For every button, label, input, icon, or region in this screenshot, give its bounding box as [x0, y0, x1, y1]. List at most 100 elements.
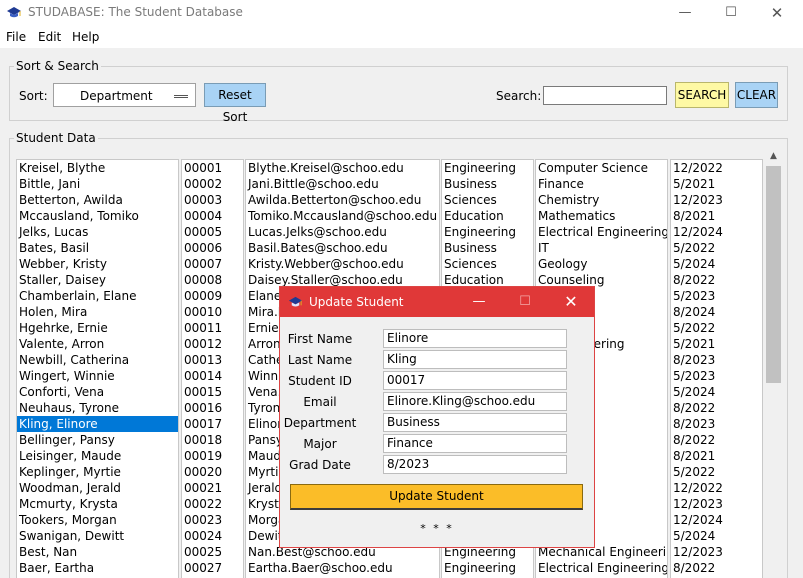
update-student-button[interactable]: Update Student — [290, 484, 583, 510]
student-major-row[interactable]: Chemistry — [536, 192, 667, 208]
menu-edit[interactable]: Edit — [38, 30, 61, 44]
grad-dates-list[interactable]: 12/2022 5/2021 12/2023 8/2021 12/2024 5/2022 5… — [670, 159, 763, 578]
student-email-row[interactable]: Tomiko.Mccausland@schoo.edu — [246, 208, 439, 224]
student-id-row[interactable]: 00001 — [182, 160, 243, 176]
email-field[interactable]: Elinore.Kling@schoo.edu — [383, 392, 567, 411]
menu-file[interactable]: File — [6, 30, 26, 44]
student-id-row[interactable]: 00027 — [182, 560, 243, 576]
student-id-row[interactable]: 00011 — [182, 320, 243, 336]
student-name-row[interactable]: Conforti, Vena — [17, 384, 178, 400]
student-name-row[interactable]: Bellinger, Pansy — [17, 432, 178, 448]
student-name-row[interactable]: Best, Nan — [17, 544, 178, 560]
student-id-row[interactable]: 00007 — [182, 256, 243, 272]
student-name-row[interactable]: Jelks, Lucas — [17, 224, 178, 240]
student-email-row[interactable]: Awilda.Betterton@schoo.edu — [246, 192, 439, 208]
student-grad-date-row[interactable]: 5/2023 — [671, 288, 762, 304]
department-field[interactable]: Business — [383, 413, 567, 432]
student-grad-date-row[interactable]: 12/2022 — [671, 480, 762, 496]
last-name-field[interactable]: Kling — [383, 350, 567, 369]
student-major-row[interactable]: Finance — [536, 176, 667, 192]
student-grad-date-row[interactable]: 5/2024 — [671, 384, 762, 400]
sort-dropdown[interactable]: Department — [53, 83, 196, 107]
student-id-row[interactable]: 00010 — [182, 304, 243, 320]
student-grad-date-row[interactable]: 12/2023 — [671, 544, 762, 560]
menu-help[interactable]: Help — [72, 30, 99, 44]
student-grad-date-row[interactable]: 12/2024 — [671, 224, 762, 240]
student-grad-date-row[interactable]: 8/2022 — [671, 432, 762, 448]
student-id-row[interactable]: 00014 — [182, 368, 243, 384]
student-name-row[interactable]: Bittle, Jani — [17, 176, 178, 192]
student-grad-date-row[interactable]: 5/2022 — [671, 464, 762, 480]
student-id-row[interactable]: 00008 — [182, 272, 243, 288]
student-email-row[interactable]: Blythe.Kreisel@schoo.edu — [246, 160, 439, 176]
student-grad-date-row[interactable]: 5/2022 — [671, 240, 762, 256]
student-email-row[interactable]: Basil.Bates@schoo.edu — [246, 240, 439, 256]
student-name-row[interactable]: Kreisel, Blythe — [17, 160, 178, 176]
student-grad-date-row[interactable]: 5/2021 — [671, 176, 762, 192]
student-department-row[interactable]: Engineering — [442, 560, 533, 576]
student-name-row[interactable]: Leisinger, Maude — [17, 448, 178, 464]
minimize-button[interactable]: — — [662, 0, 708, 26]
student-name-row[interactable]: Holen, Mira — [17, 304, 178, 320]
student-id-row[interactable]: 00021 — [182, 480, 243, 496]
student-grad-date-row[interactable]: 5/2024 — [671, 528, 762, 544]
student-grad-date-row[interactable]: 8/2023 — [671, 352, 762, 368]
student-department-row[interactable]: Engineering — [442, 224, 533, 240]
student-major-row[interactable]: Geology — [536, 256, 667, 272]
student-major-row[interactable]: Electrical Engineering — [536, 224, 667, 240]
student-grad-date-row[interactable]: 8/2023 — [671, 416, 762, 432]
student-id-row[interactable]: 00018 — [182, 432, 243, 448]
student-name-row[interactable]: Neuhaus, Tyrone — [17, 400, 178, 416]
first-name-field[interactable]: Elinore — [383, 329, 567, 348]
student-email-row[interactable]: Lucas.Jelks@schoo.edu — [246, 224, 439, 240]
names-list[interactable]: Kreisel, Blythe Bittle, Jani Betterton, Aw… — [16, 159, 179, 578]
student-department-row[interactable]: Education — [442, 208, 533, 224]
student-id-row[interactable]: 00024 — [182, 528, 243, 544]
student-email-row[interactable]: Kristy.Webber@schoo.edu — [246, 256, 439, 272]
student-name-row[interactable]: Mccausland, Tomiko — [17, 208, 178, 224]
reset-sort-button[interactable]: Reset Sort — [204, 83, 266, 124]
student-grad-date-row[interactable]: 8/2024 — [671, 304, 762, 320]
student-name-row[interactable]: Valente, Arron — [17, 336, 178, 352]
student-major-row[interactable]: Mathematics — [536, 208, 667, 224]
student-name-row[interactable]: Betterton, Awilda — [17, 192, 178, 208]
student-department-row[interactable]: Engineering — [442, 160, 533, 176]
major-field[interactable]: Finance — [383, 434, 567, 453]
scroll-thumb[interactable] — [766, 166, 781, 383]
student-department-row[interactable]: Business — [442, 176, 533, 192]
student-id-row[interactable]: 00006 — [182, 240, 243, 256]
student-id-row[interactable]: 00012 — [182, 336, 243, 352]
search-button[interactable]: SEARCH — [675, 82, 729, 108]
student-grad-date-row[interactable]: 5/2024 — [671, 256, 762, 272]
student-email-row[interactable]: Jani.Bittle@schoo.edu — [246, 176, 439, 192]
student-name-row[interactable]: Wingert, Winnie — [17, 368, 178, 384]
student-name-row[interactable]: Newbill, Catherina — [17, 352, 178, 368]
student-id-row[interactable]: 00019 — [182, 448, 243, 464]
student-id-row[interactable]: 00002 — [182, 176, 243, 192]
ids-list[interactable]: 00001 00002 00003 00004 00005 00006 00007 00008… — [181, 159, 244, 578]
student-name-row[interactable]: Woodman, Jerald — [17, 480, 178, 496]
dialog-close-button[interactable]: ✕ — [548, 287, 594, 317]
student-id-row[interactable]: 00005 — [182, 224, 243, 240]
student-name-row[interactable]: Chamberlain, Elane — [17, 288, 178, 304]
student-id-field[interactable]: 00017 — [383, 371, 567, 390]
student-grad-date-row[interactable]: 5/2023 — [671, 368, 762, 384]
student-id-row[interactable]: 00013 — [182, 352, 243, 368]
student-grad-date-row[interactable]: 12/2023 — [671, 496, 762, 512]
clear-button[interactable]: CLEAR — [735, 82, 778, 108]
student-email-row[interactable]: Eartha.Baer@schoo.edu — [246, 560, 439, 576]
student-id-row[interactable]: 00017 — [182, 416, 243, 432]
student-name-row[interactable]: Tookers, Morgan — [17, 512, 178, 528]
student-grad-date-row[interactable]: 12/2023 — [671, 192, 762, 208]
vertical-scrollbar[interactable]: ▲ — [765, 148, 782, 578]
student-name-row[interactable]: Keplinger, Myrtie — [17, 464, 178, 480]
student-grad-date-row[interactable]: 5/2021 — [671, 336, 762, 352]
student-major-row[interactable]: IT — [536, 240, 667, 256]
student-id-row[interactable]: 00022 — [182, 496, 243, 512]
student-id-row[interactable]: 00025 — [182, 544, 243, 560]
student-grad-date-row[interactable]: 8/2022 — [671, 400, 762, 416]
search-input[interactable] — [543, 86, 667, 105]
student-name-row[interactable]: Webber, Kristy — [17, 256, 178, 272]
student-department-row[interactable]: Business — [442, 240, 533, 256]
student-id-row[interactable]: 00016 — [182, 400, 243, 416]
